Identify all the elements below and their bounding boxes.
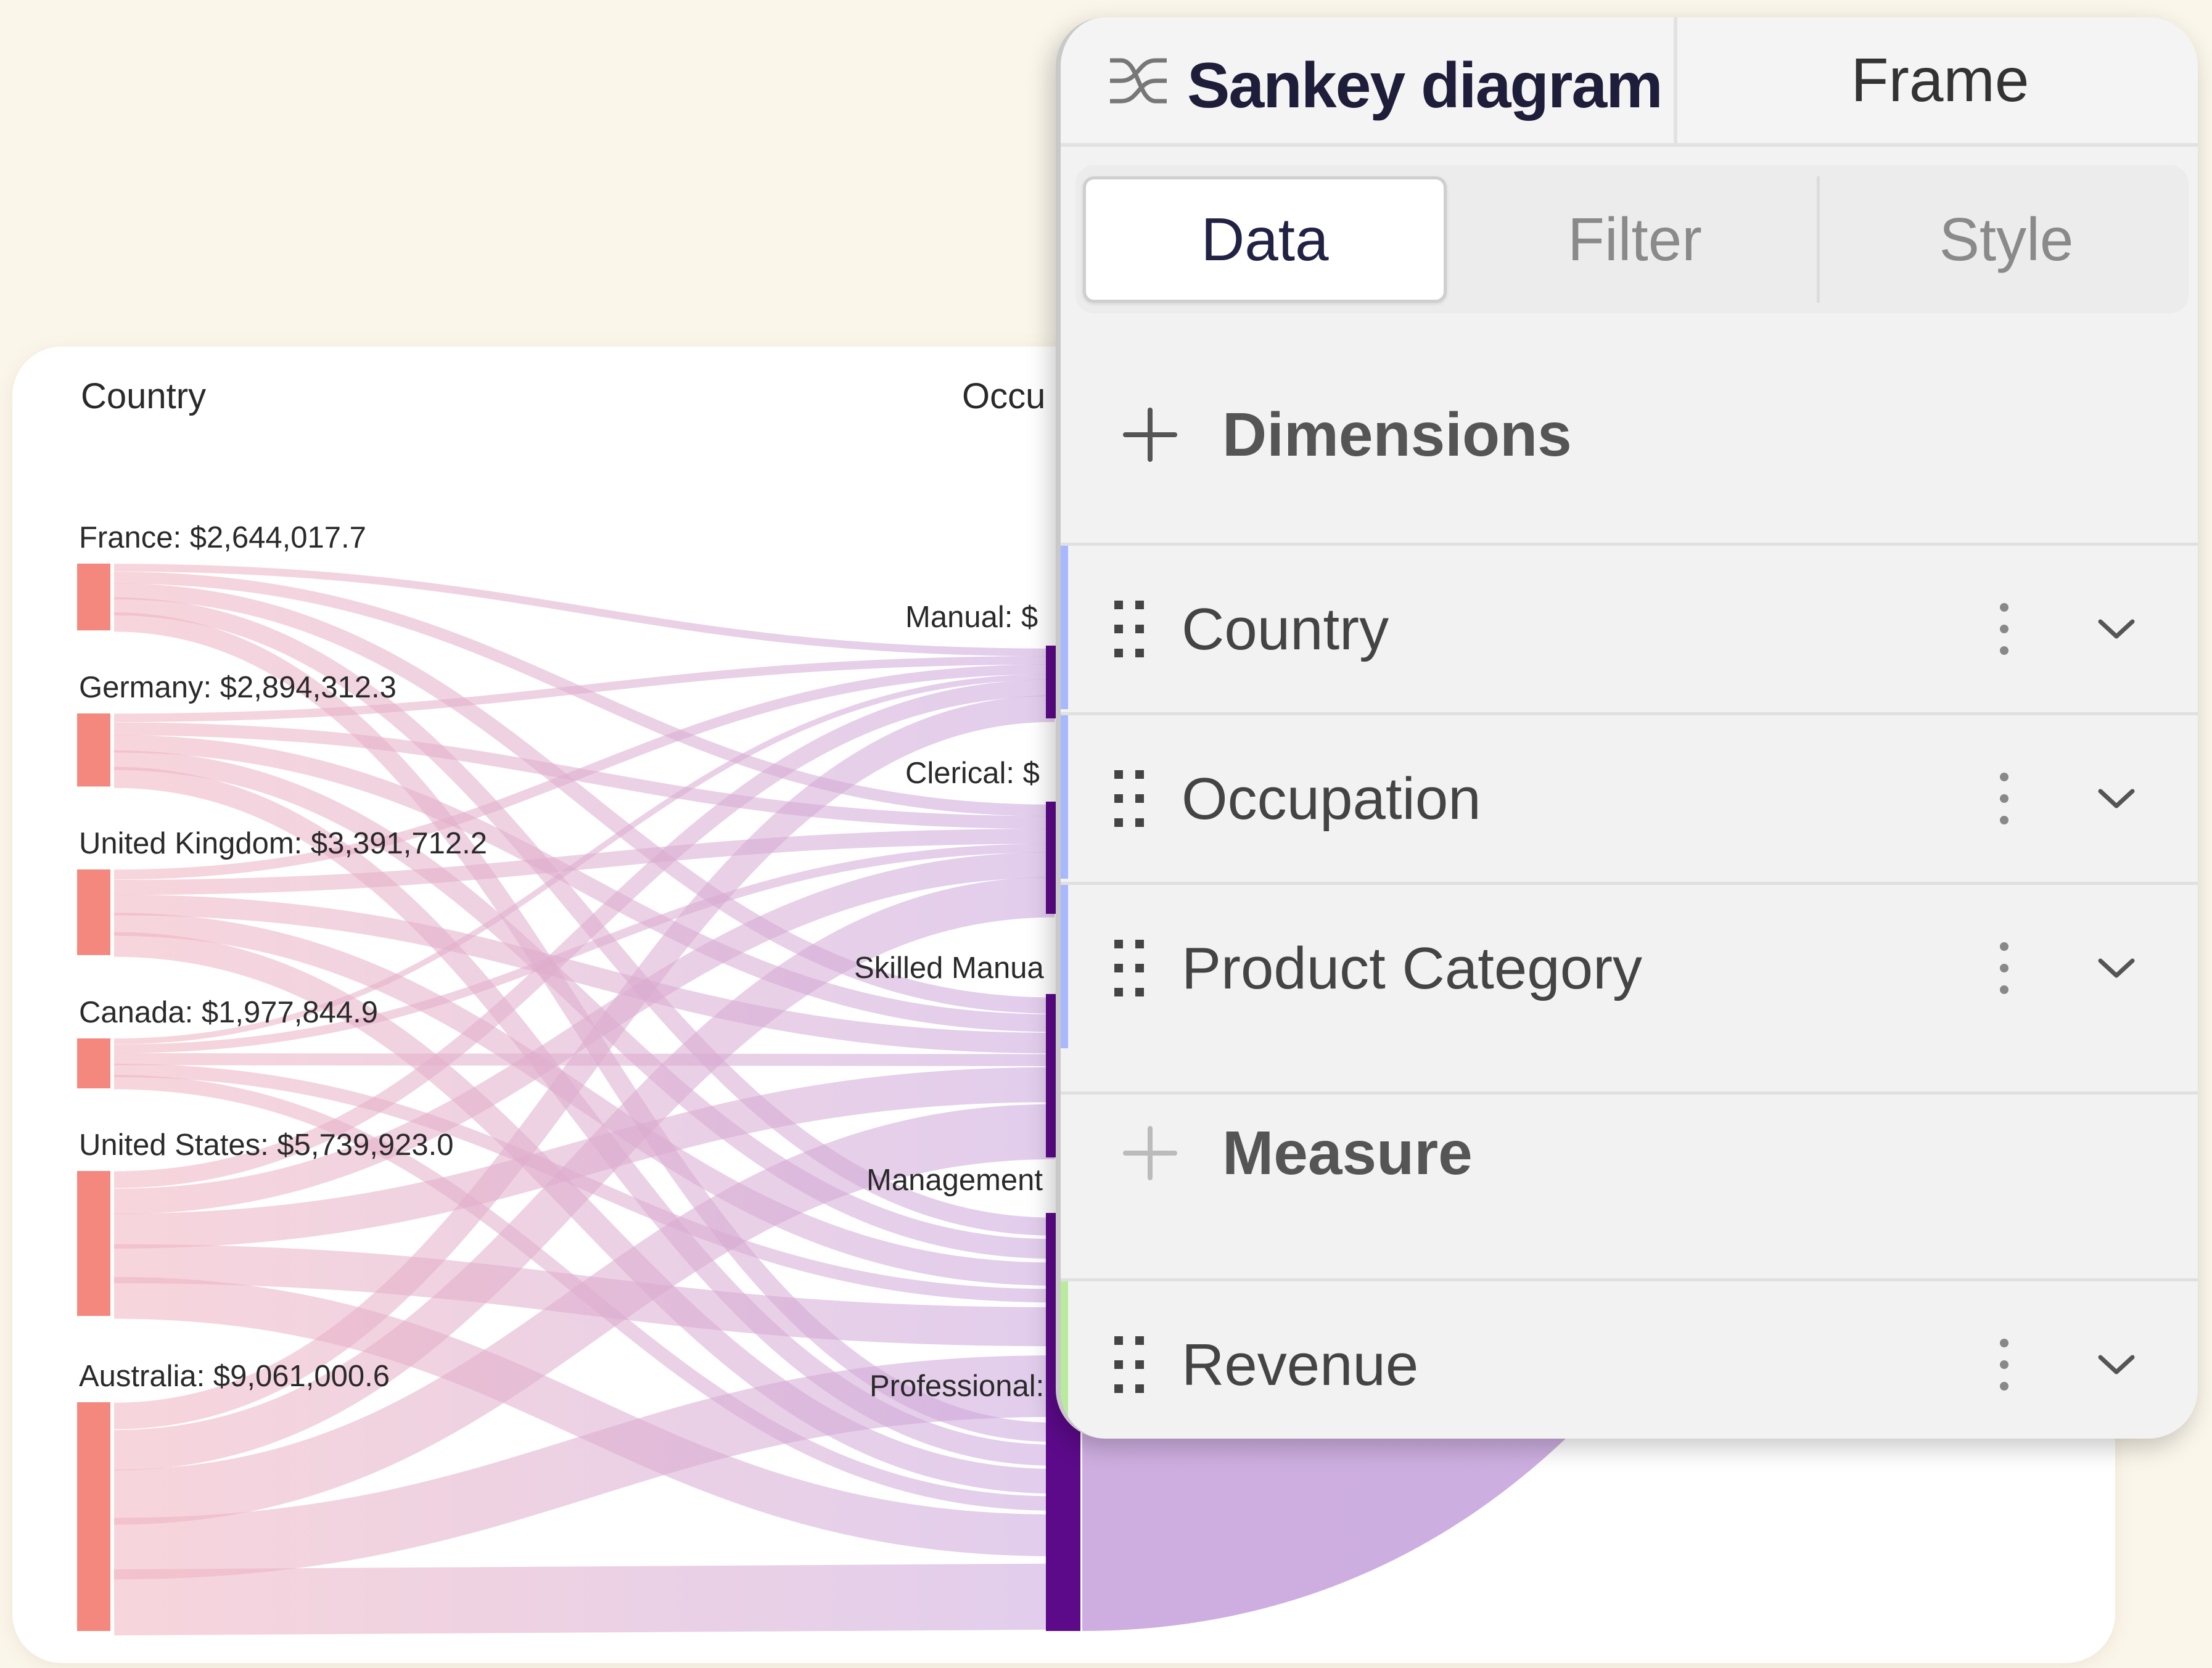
tab-data[interactable]: Data (1083, 176, 1447, 303)
chevron-down-icon[interactable] (2097, 786, 2136, 811)
panel-header: Sankey diagram Frame (1061, 17, 2198, 147)
target-node[interactable] (1046, 1418, 1080, 1631)
source-node-label: United Kingdom: $3,391,712.2 (79, 827, 487, 860)
more-options-icon[interactable] (1995, 771, 2013, 826)
dimension-row-country[interactable]: Country (1061, 543, 2198, 709)
panel-title: Sankey diagram (1187, 50, 1663, 121)
dimension-label: Product Category (1182, 935, 1643, 1001)
target-node-label: Skilled Manua (854, 951, 1045, 985)
row-accent (1061, 546, 1068, 709)
more-options-icon[interactable] (1995, 601, 2013, 657)
source-node-label: Canada: $1,977,844.9 (79, 996, 378, 1029)
target-node-label: Management (866, 1164, 1043, 1197)
frame-tab[interactable]: Frame (1677, 17, 2198, 143)
source-node[interactable] (77, 1402, 110, 1631)
dimension-row-occupation[interactable]: Occupation (1061, 712, 2198, 879)
more-options-icon[interactable] (1995, 1337, 2013, 1392)
tab-style[interactable]: Style (1823, 176, 2190, 303)
drag-handle-icon[interactable] (1112, 937, 1149, 999)
target-node-label: Professional: (870, 1370, 1044, 1403)
target-node-label: Clerical: $ (905, 757, 1040, 790)
chevron-down-icon[interactable] (2097, 617, 2136, 641)
chevron-down-icon[interactable] (2097, 1352, 2136, 1377)
dimension-row-product-category[interactable]: Product Category (1061, 882, 2198, 1048)
dimension-label: Occupation (1182, 766, 1481, 832)
sankey-icon (1110, 58, 1167, 104)
measure-label-text: Revenue (1182, 1332, 1419, 1398)
target-node-label: Manual: $ (905, 601, 1038, 634)
dimensions-label: Dimensions (1222, 400, 1572, 469)
dimension-label: Country (1182, 596, 1389, 662)
source-node-label: France: $2,644,017.7 (79, 521, 366, 554)
add-measure-icon[interactable] (1122, 1125, 1178, 1181)
row-accent (1061, 1281, 1068, 1439)
row-accent (1061, 885, 1068, 1048)
panel-title-tab[interactable]: Sankey diagram (1061, 17, 1677, 143)
measure-row-revenue[interactable]: Revenue (1061, 1278, 2198, 1439)
dimensions-section-header: Dimensions (1061, 376, 2198, 493)
drag-handle-icon[interactable] (1112, 1334, 1149, 1395)
panel-tabs: Data Filter Style (1075, 165, 2189, 313)
measure-label: Measure (1222, 1118, 1473, 1188)
sankey-link (113, 1563, 1055, 1636)
drag-handle-icon[interactable] (1112, 768, 1149, 829)
row-accent (1061, 715, 1068, 879)
source-node-label: Australia: $9,061,000.6 (79, 1360, 390, 1393)
chart-config-panel: Sankey diagram Frame Data Filter Style D… (1056, 17, 2198, 1439)
measure-section-header: Measure (1061, 1091, 2198, 1212)
tab-filter[interactable]: Filter (1453, 176, 1820, 303)
source-node[interactable] (77, 1171, 110, 1317)
source-node[interactable] (77, 869, 110, 955)
chevron-down-icon[interactable] (2097, 956, 2136, 980)
source-node[interactable] (77, 564, 110, 631)
target-column-title: Occu (962, 376, 1045, 416)
source-node-label: Germany: $2,894,312.3 (79, 671, 397, 704)
source-node-label: United States: $5,739,923.0 (79, 1128, 454, 1162)
source-node[interactable] (77, 713, 110, 787)
more-options-icon[interactable] (1995, 940, 2013, 996)
source-column-title: Country (81, 376, 206, 416)
drag-handle-icon[interactable] (1112, 598, 1149, 660)
source-node[interactable] (77, 1038, 110, 1088)
add-dimension-icon[interactable] (1122, 407, 1178, 462)
